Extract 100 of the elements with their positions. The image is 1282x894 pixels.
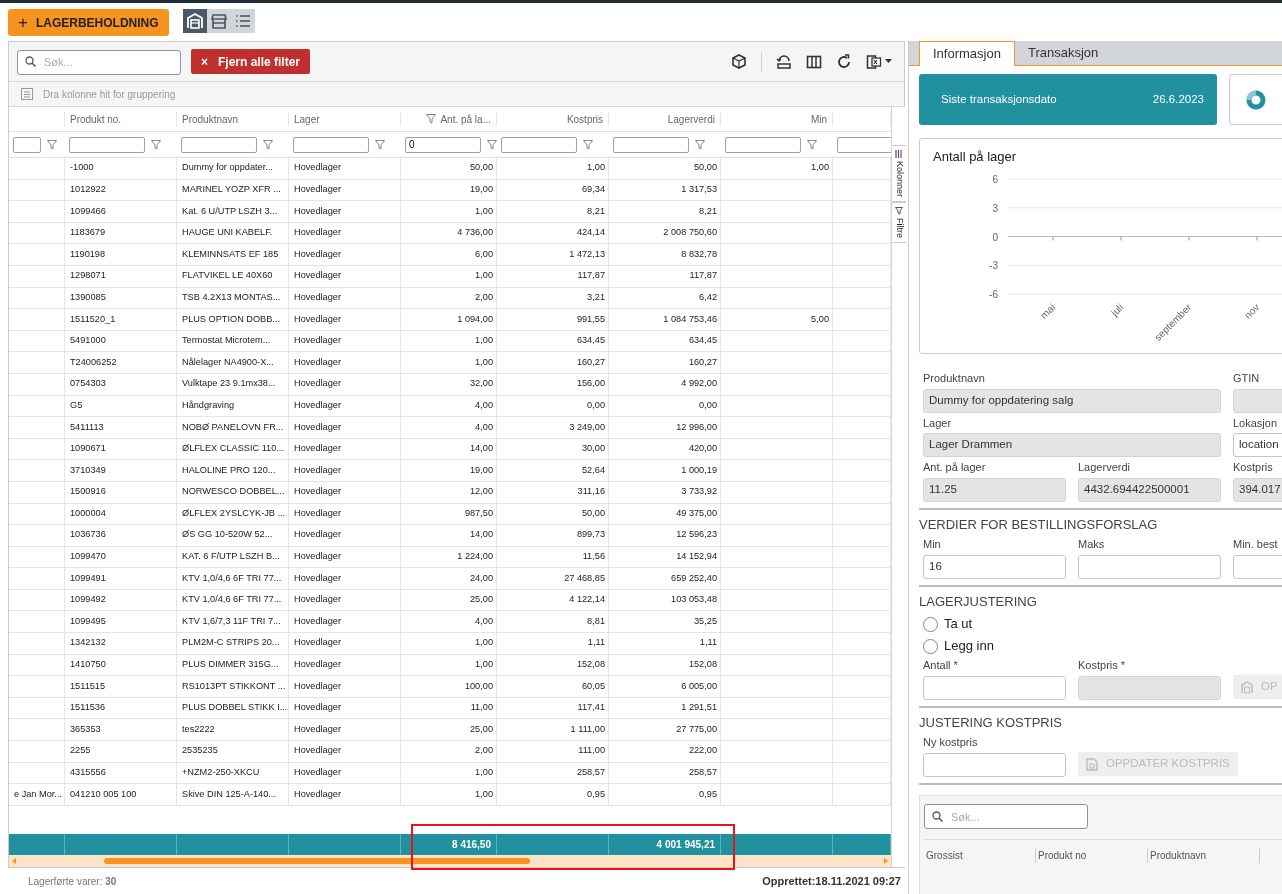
input-field[interactable]: location bbox=[1233, 433, 1282, 457]
side-panel-tab[interactable]: Kolonner bbox=[892, 145, 906, 203]
radio-button[interactable] bbox=[923, 616, 938, 632]
column-header[interactable]: Produkt no bbox=[1036, 847, 1148, 863]
table-cell-text: 311,16 bbox=[577, 485, 605, 499]
table-cell-text: 32,00 bbox=[470, 377, 493, 391]
section-heading: VERDIER FOR BESTILLINGSFORSLAG bbox=[919, 515, 1159, 534]
table-cell-text: 3,21 bbox=[587, 290, 605, 304]
scrollbar-thumb[interactable] bbox=[104, 858, 530, 864]
table-cell-text: 2535235 bbox=[182, 744, 218, 758]
table-cell-text: 258,57 bbox=[688, 766, 717, 779]
created-timestamp: Opprettet:18.11.2021 09:27 bbox=[762, 873, 901, 889]
cube-icon[interactable] bbox=[731, 53, 747, 70]
table-cell-text: 11,00 bbox=[470, 701, 493, 715]
filter-icon[interactable] bbox=[263, 139, 273, 150]
columns-icon[interactable] bbox=[806, 53, 822, 70]
column-header[interactable]: Grossist bbox=[924, 847, 1036, 863]
filter-icon bbox=[894, 207, 903, 216]
add-stock-button[interactable]: + LAGERBEHOLDNING bbox=[8, 9, 169, 36]
document-icon bbox=[1086, 757, 1098, 771]
input-field[interactable] bbox=[923, 675, 1066, 700]
filter-field[interactable] bbox=[613, 136, 689, 153]
filter-icon[interactable] bbox=[583, 139, 593, 150]
field-label: Kostpris * bbox=[1078, 658, 1127, 673]
filter-field[interactable] bbox=[725, 136, 801, 153]
table-cell-text: 14,00 bbox=[470, 528, 493, 542]
filter-icon[interactable] bbox=[807, 139, 817, 150]
table-cell-text: Hovedlager bbox=[294, 614, 341, 628]
field-label: Maks bbox=[1078, 537, 1106, 552]
filter-field[interactable] bbox=[69, 136, 145, 153]
table-cell-text: 0,00 bbox=[699, 398, 717, 412]
table-cell-text: 222,00 bbox=[688, 744, 717, 758]
filter-field[interactable] bbox=[293, 136, 369, 153]
filter-field[interactable] bbox=[837, 136, 891, 153]
input-field: Dummy for oppdatering salg bbox=[923, 388, 1221, 413]
table-cell: 152,08 bbox=[688, 658, 717, 672]
table-cell-text: HALOLINE PRO 120... bbox=[182, 463, 276, 477]
table-cell-text: Hovedlager bbox=[294, 290, 341, 304]
table-cell-text: 8,21 bbox=[587, 204, 605, 218]
filter-field[interactable] bbox=[181, 136, 257, 153]
filter-icon[interactable] bbox=[47, 139, 57, 150]
list-icon bbox=[233, 12, 252, 30]
table-cell-text: 4315556 bbox=[70, 766, 106, 779]
side-panel-tab[interactable]: Filtre bbox=[892, 202, 906, 244]
table-cell-text: 1099495 bbox=[70, 614, 106, 628]
input-field[interactable]: 16 bbox=[923, 554, 1066, 579]
table-cell-text: 1,00 bbox=[811, 161, 829, 175]
filter-icon[interactable] bbox=[695, 139, 705, 150]
table-cell-text: 27 775,00 bbox=[676, 722, 717, 736]
table-cell-text: KTV 1,0/4,6 6F TRI 77... bbox=[182, 593, 282, 607]
column-header[interactable]: Ant. på la... bbox=[440, 112, 491, 126]
table-cell: 1183679 bbox=[70, 226, 106, 240]
column-header[interactable]: Produktnavn bbox=[182, 112, 239, 126]
table-cell-text: 1 291,51 bbox=[681, 701, 717, 715]
table-cell-text: 25,00 bbox=[470, 593, 493, 607]
table-cell-text: 258,57 bbox=[576, 766, 605, 779]
table-cell-text: 27 468,85 bbox=[564, 571, 605, 585]
table-cell-text: Hovedlager bbox=[294, 787, 341, 801]
filter-icon[interactable] bbox=[487, 139, 497, 150]
reset-icon[interactable] bbox=[776, 53, 792, 70]
clear-filters-button[interactable]: × Fjern alle filter bbox=[191, 49, 311, 74]
table-cell: 152,08 bbox=[576, 658, 605, 672]
filter-field[interactable] bbox=[501, 136, 577, 153]
field-label: Lagerverdi bbox=[1078, 460, 1131, 475]
radio-button[interactable] bbox=[923, 638, 938, 654]
filter-field[interactable] bbox=[13, 136, 41, 153]
column-header[interactable]: Lager bbox=[294, 112, 320, 126]
filter-field[interactable]: 0 bbox=[405, 136, 481, 153]
search-field[interactable]: Søk... bbox=[924, 804, 1088, 829]
table-cell-text: 117,41 bbox=[577, 701, 605, 715]
column-header[interactable]: Produkt no. bbox=[70, 112, 122, 126]
table-cell-text: Skive DIN 125-A-140... bbox=[182, 787, 276, 801]
table-cell-text: 0,95 bbox=[587, 787, 605, 801]
column-header[interactable]: Lagerverdi bbox=[667, 112, 715, 126]
column-header[interactable]: Min bbox=[810, 112, 827, 126]
table-cell-text: 0754303 bbox=[70, 377, 106, 391]
field-label: GTIN bbox=[1233, 371, 1261, 386]
table-cell-text: Hovedlager bbox=[294, 528, 341, 542]
tab[interactable]: Transaksjon bbox=[1014, 41, 1112, 65]
search-field[interactable]: Søk... bbox=[17, 49, 181, 75]
donut-icon bbox=[1246, 89, 1266, 110]
refresh-icon[interactable] bbox=[836, 53, 852, 70]
search-icon bbox=[932, 810, 943, 822]
input-field[interactable] bbox=[923, 752, 1066, 777]
caret-icon[interactable] bbox=[885, 59, 892, 64]
input-field[interactable] bbox=[1078, 554, 1221, 579]
table-cell-text: Hovedlager bbox=[294, 247, 341, 261]
x-tick bbox=[1120, 235, 1122, 241]
filter-icon[interactable] bbox=[151, 139, 161, 150]
spreadsheet-icon[interactable] bbox=[866, 53, 882, 70]
table-cell-text: KTV 1,0/4,6 6F TRI 77... bbox=[182, 571, 282, 585]
tab[interactable]: Informasjon bbox=[919, 41, 1015, 66]
table-cell-text: 1 472,13 bbox=[569, 247, 605, 261]
view-toggle-button[interactable] bbox=[182, 9, 207, 33]
scroll-right-icon[interactable] bbox=[884, 858, 888, 864]
filter-icon[interactable] bbox=[375, 139, 385, 150]
y-tick-label: -3 bbox=[989, 259, 998, 271]
scroll-left-icon[interactable] bbox=[12, 858, 16, 864]
column-header[interactable]: Produktnavn bbox=[1148, 847, 1260, 863]
column-header[interactable]: Kostpris bbox=[566, 112, 603, 126]
